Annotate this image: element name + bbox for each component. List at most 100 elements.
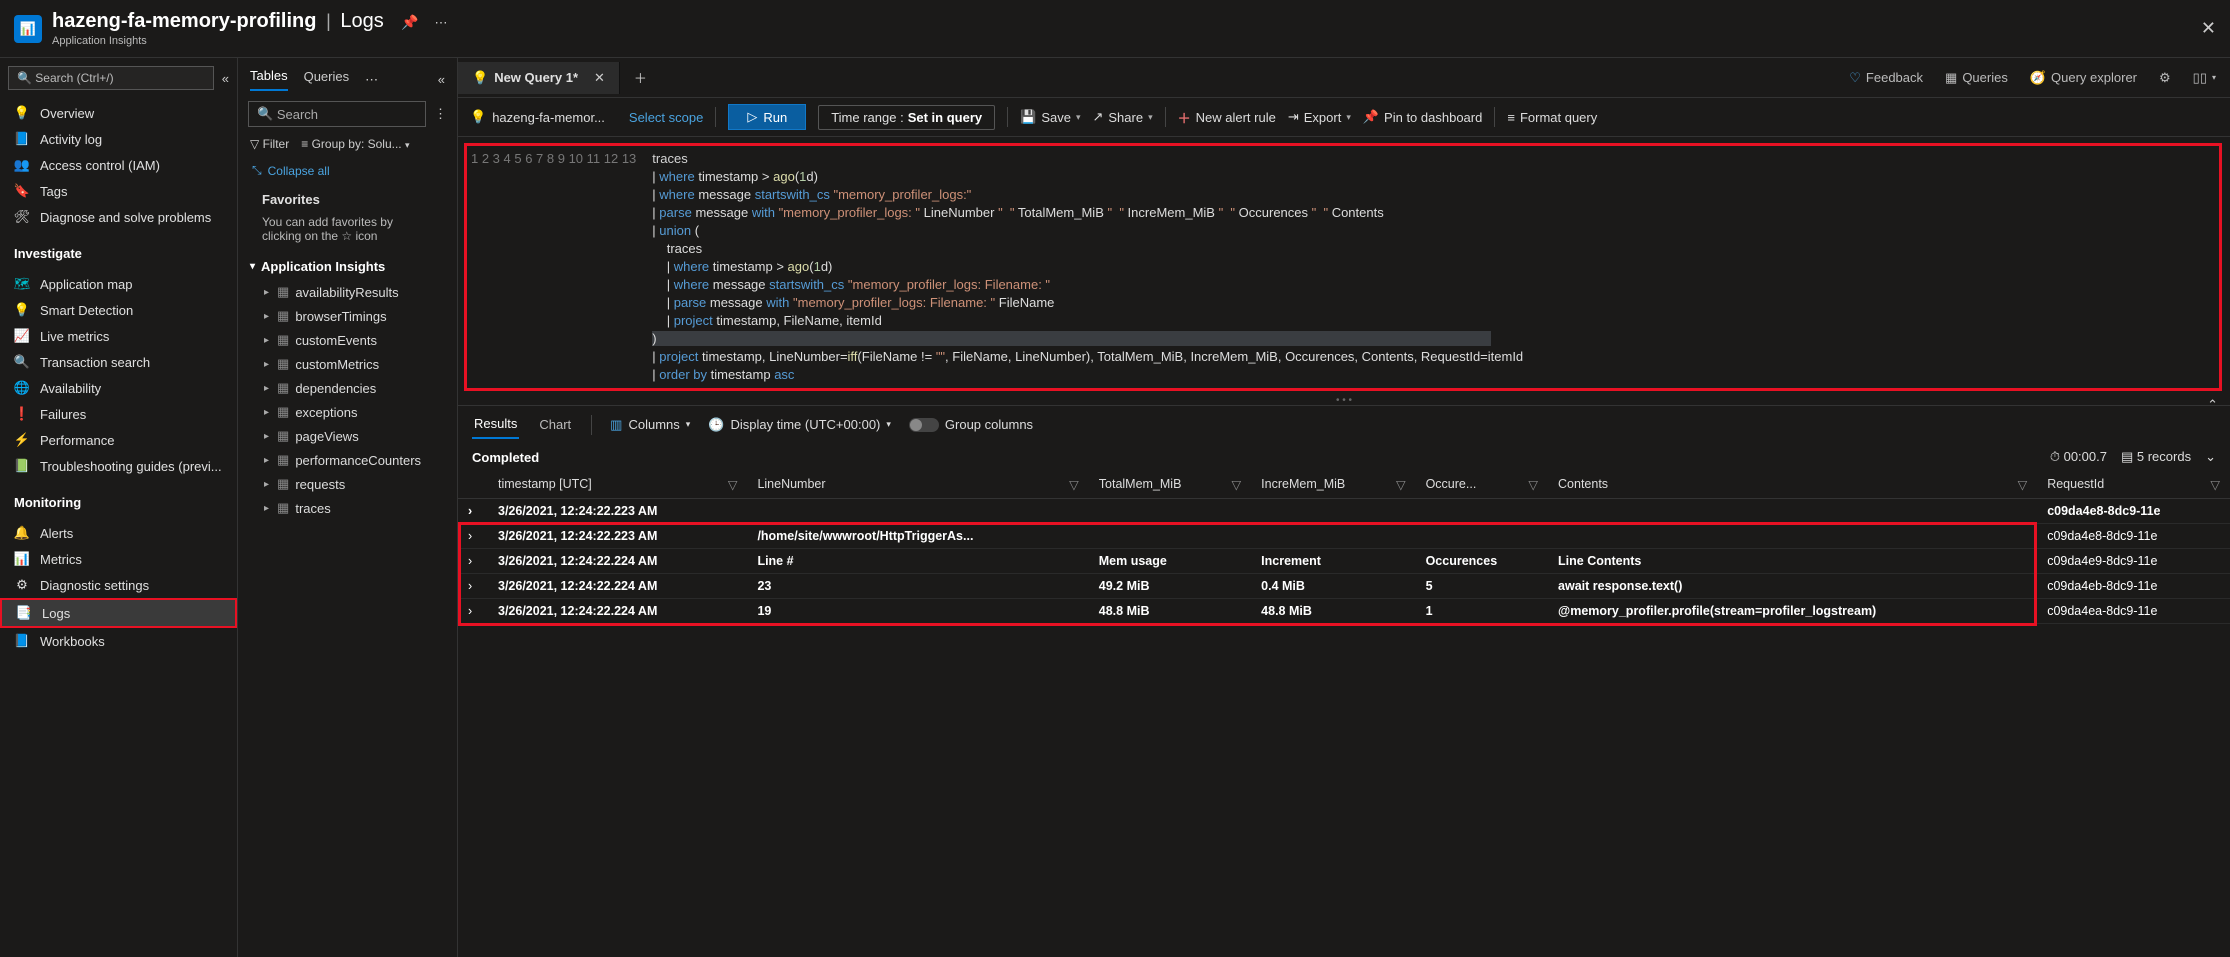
nav-item-top-4[interactable]: 🛠Diagnose and solve problems xyxy=(0,204,237,230)
table-item-dependencies[interactable]: ▦dependencies xyxy=(238,376,457,400)
editor-code[interactable]: traces | where timestamp > ago(1d) | whe… xyxy=(644,146,2219,388)
table-item-exceptions[interactable]: ▦exceptions xyxy=(238,400,457,424)
tables-tab-tables[interactable]: Tables xyxy=(250,68,288,91)
nav-item-investigate-5[interactable]: ❗Failures xyxy=(0,401,237,427)
format-button[interactable]: ≡Format query xyxy=(1507,110,1597,125)
col-header[interactable]: IncreMem_MiB▽ xyxy=(1251,471,1415,499)
col-header[interactable]: RequestId▽ xyxy=(2037,471,2230,499)
table-row[interactable]: ›3/26/2021, 12:24:22.223 AM/home/site/ww… xyxy=(458,524,2230,549)
nav-item-investigate-1[interactable]: 💡Smart Detection xyxy=(0,297,237,323)
group-columns-toggle[interactable]: Group columns xyxy=(909,417,1033,432)
scroll-up-icon[interactable]: ⌃ xyxy=(2207,397,2218,413)
query-editor[interactable]: 1 2 3 4 5 6 7 8 9 10 11 12 13 traces | w… xyxy=(464,143,2222,391)
nav-item-top-2[interactable]: 👥Access control (IAM) xyxy=(0,152,237,178)
expand-icon[interactable]: › xyxy=(458,549,488,574)
col-header[interactable]: Occure...▽ xyxy=(1416,471,1548,499)
nav-collapse-icon[interactable]: « xyxy=(222,71,229,86)
query-tab[interactable]: 💡 New Query 1* ✕ xyxy=(458,62,620,94)
table-row[interactable]: ›3/26/2021, 12:24:22.223 AMc09da4e8-8dc9… xyxy=(458,499,2230,524)
nav-item-top-0[interactable]: 💡Overview xyxy=(0,100,237,126)
pin-button[interactable]: 📌Pin to dashboard xyxy=(1363,109,1482,125)
filter-icon[interactable]: ▽ xyxy=(1396,477,1406,492)
run-button[interactable]: ▷ Run xyxy=(728,104,806,130)
share-button[interactable]: ↗Share▾ xyxy=(1092,109,1152,125)
query-tab-close-icon[interactable]: ✕ xyxy=(594,70,605,86)
select-scope-link[interactable]: Select scope xyxy=(629,110,703,125)
tables-search-more-icon[interactable]: ⋮ xyxy=(434,106,447,122)
time-range-selector[interactable]: Time range : Set in query xyxy=(818,105,995,130)
expand-icon[interactable]: › xyxy=(458,574,488,599)
feedback-button[interactable]: ♡Feedback xyxy=(1849,70,1923,86)
add-query-tab[interactable]: ＋ xyxy=(620,60,661,95)
col-header[interactable]: Contents▽ xyxy=(1548,471,2037,499)
filter-icon[interactable]: ▽ xyxy=(728,477,738,492)
table-row[interactable]: ›3/26/2021, 12:24:22.224 AMLine #Mem usa… xyxy=(458,549,2230,574)
filter-icon[interactable]: ▽ xyxy=(1069,477,1079,492)
nav-item-investigate-6[interactable]: ⚡Performance xyxy=(0,427,237,453)
results-tab-results[interactable]: Results xyxy=(472,410,519,439)
filter-icon[interactable]: ▽ xyxy=(1232,477,1242,492)
nav-item-investigate-7[interactable]: 📗Troubleshooting guides (previ... xyxy=(0,453,237,479)
tables-tab-queries[interactable]: Queries xyxy=(304,69,350,90)
expand-icon[interactable]: › xyxy=(458,524,488,549)
table-row[interactable]: ›3/26/2021, 12:24:22.224 AM1948.8 MiB48.… xyxy=(458,599,2230,624)
expand-icon[interactable]: › xyxy=(458,499,488,524)
table-item-customEvents[interactable]: ▦customEvents xyxy=(238,328,457,352)
search-icon: 🔍 xyxy=(257,106,277,122)
nav-item-monitoring-0[interactable]: 🔔Alerts xyxy=(0,520,237,546)
nav-item-monitoring-2[interactable]: ⚙Diagnostic settings xyxy=(0,572,237,598)
columns-button[interactable]: ▥Columns ▾ xyxy=(610,417,690,433)
tables-more-icon[interactable]: ⋯ xyxy=(365,72,378,88)
scope-selector[interactable]: 💡 hazeng-fa-memor... xyxy=(470,109,605,125)
nav-item-monitoring-3[interactable]: 📑Logs xyxy=(0,598,237,628)
nav-item-label: Workbooks xyxy=(40,634,105,649)
table-item-browserTimings[interactable]: ▦browserTimings xyxy=(238,304,457,328)
expand-icon[interactable]: › xyxy=(458,599,488,624)
settings-icon[interactable]: ⚙ xyxy=(2159,70,2171,86)
table-item-requests[interactable]: ▦requests xyxy=(238,472,457,496)
tables-search-input[interactable]: 🔍 Search xyxy=(248,101,426,127)
panel-icon[interactable]: ▯▯▾ xyxy=(2193,70,2216,86)
col-header[interactable]: LineNumber▽ xyxy=(747,471,1088,499)
pin-icon[interactable]: 📌 xyxy=(401,14,418,30)
nav-item-investigate-3[interactable]: 🔍Transaction search xyxy=(0,349,237,375)
table-row[interactable]: ›3/26/2021, 12:24:22.224 AM2349.2 MiB0.4… xyxy=(458,574,2230,599)
collapse-all-button[interactable]: ⤡ Collapse all xyxy=(238,155,457,186)
filter-button[interactable]: ▽ Filter xyxy=(250,137,289,151)
nav-item-investigate-2[interactable]: 📈Live metrics xyxy=(0,323,237,349)
nav-item-monitoring-1[interactable]: 📊Metrics xyxy=(0,546,237,572)
col-header[interactable]: timestamp [UTC]▽ xyxy=(488,471,747,499)
save-button[interactable]: 💾Save▾ xyxy=(1020,109,1080,125)
table-item-performanceCounters[interactable]: ▦performanceCounters xyxy=(238,448,457,472)
table-item-traces[interactable]: ▦traces xyxy=(238,496,457,520)
groupby-button[interactable]: ≡ Group by: Solu... ▾ xyxy=(301,137,409,151)
nav-item-investigate-4[interactable]: 🌐Availability xyxy=(0,375,237,401)
new-alert-button[interactable]: ＋New alert rule xyxy=(1178,108,1276,127)
filter-icon[interactable]: ▽ xyxy=(1528,477,1538,492)
table-item-pageViews[interactable]: ▦pageViews xyxy=(238,424,457,448)
queries-button[interactable]: ▦Queries xyxy=(1945,70,2008,86)
nav-item-monitoring-4[interactable]: 📘Workbooks xyxy=(0,628,237,654)
results-tab-chart[interactable]: Chart xyxy=(537,411,573,438)
filter-icon[interactable]: ▽ xyxy=(2018,477,2028,492)
table-icon: ▦ xyxy=(277,380,289,396)
header-more-icon[interactable]: ⋯ xyxy=(434,15,447,30)
filter-icon[interactable]: ▽ xyxy=(2210,477,2220,492)
splitter-handle[interactable]: • • • xyxy=(458,395,2230,405)
nav-item-top-3[interactable]: 🔖Tags xyxy=(0,178,237,204)
nav-item-top-1[interactable]: 📘Activity log xyxy=(0,126,237,152)
expand-results-icon[interactable]: ⌄ xyxy=(2205,449,2216,465)
nav-search-input[interactable]: 🔍 Search (Ctrl+/) xyxy=(8,66,214,90)
query-explorer-button[interactable]: 🧭Query explorer xyxy=(2030,70,2137,86)
nav-item-investigate-0[interactable]: 🗺Application map xyxy=(0,271,237,297)
close-icon[interactable]: ✕ xyxy=(2201,18,2216,39)
tree-group-appinsights[interactable]: Application Insights xyxy=(238,253,457,280)
export-button[interactable]: ⇥Export▾ xyxy=(1288,109,1351,125)
nav-item-icon: 💡 xyxy=(14,302,30,318)
table-item-customMetrics[interactable]: ▦customMetrics xyxy=(238,352,457,376)
col-header[interactable]: TotalMem_MiB▽ xyxy=(1089,471,1251,499)
section-title: Logs xyxy=(340,10,383,32)
display-time-button[interactable]: 🕒Display time (UTC+00:00) ▾ xyxy=(708,417,891,433)
tables-collapse-icon[interactable]: « xyxy=(438,72,445,87)
table-item-availabilityResults[interactable]: ▦availabilityResults xyxy=(238,280,457,304)
